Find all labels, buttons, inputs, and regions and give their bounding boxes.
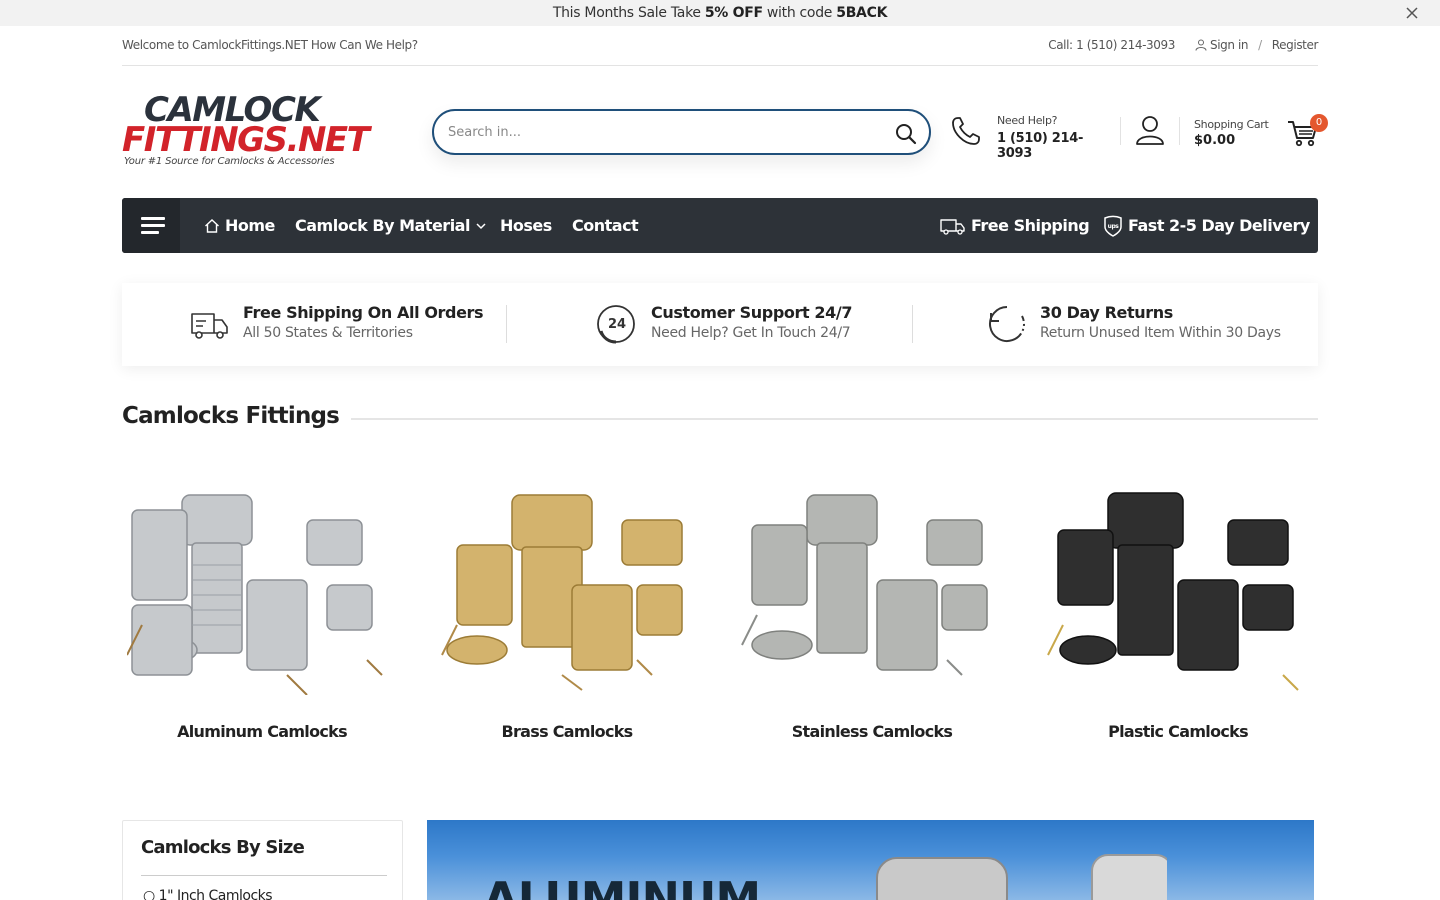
header-divider: [1120, 117, 1121, 145]
feature-title: Free Shipping On All Orders: [243, 303, 484, 322]
shopping-cart[interactable]: Shopping Cart $0.00 0: [1194, 114, 1328, 154]
logo-tagline: Your #1 Source for Camlocks & Accessorie…: [124, 156, 335, 167]
feature-item: 24 Customer Support 24/7 Need Help? Get …: [595, 283, 935, 366]
feature-title: 30 Day Returns: [1040, 303, 1173, 322]
section-title-rule: [351, 418, 1318, 420]
feature-divider: [912, 305, 913, 343]
phone-icon: [952, 117, 980, 145]
nav-fast-delivery: ups Fast 2-5 Day Delivery: [1103, 198, 1310, 253]
category-name: Brass Camlocks: [501, 722, 633, 741]
signin-label: Sign in: [1209, 38, 1249, 52]
top-account-links: Call: 1 (510) 214-3093 Sign in / Registe…: [1048, 38, 1318, 52]
search-input[interactable]: [448, 121, 868, 143]
promo-bar: This Months Sale Take 5% OFF with code 5…: [0, 0, 1440, 26]
account-icon[interactable]: [1135, 114, 1165, 146]
sidebar-divider: [141, 875, 387, 876]
promo-middle: with code: [762, 5, 837, 21]
feature-subtitle: Need Help? Get In Touch 24/7: [651, 325, 851, 341]
category-name: Stainless Camlocks: [791, 722, 953, 741]
support-24-icon: 24: [597, 305, 635, 344]
feature-subtitle: Return Unused Item Within 30 Days: [1040, 325, 1281, 341]
help-label: Need Help?: [997, 114, 1058, 127]
burger-line: [141, 231, 159, 234]
sidebar-item-label: 1" Inch Camlocks: [158, 888, 273, 900]
register-link[interactable]: Register: [1272, 38, 1319, 52]
user-icon: [1195, 39, 1207, 51]
signin-link[interactable]: Sign in: [1195, 38, 1249, 52]
promo-prefix: This Months Sale Take: [552, 5, 705, 21]
aluminum-banner[interactable]: ALUMINUM: [427, 820, 1314, 900]
chevron-down-icon: [476, 222, 486, 229]
category-name: Aluminum Camlocks: [177, 722, 348, 741]
category-card-brass[interactable]: Brass Camlocks: [427, 470, 707, 760]
truck-icon: [940, 218, 965, 235]
nav-free-shipping: Free Shipping: [940, 198, 1090, 253]
plastic-camlocks-image: [1047, 492, 1299, 691]
logo-line2: FITTINGS.NET: [122, 120, 370, 160]
search-icon[interactable]: [895, 123, 917, 145]
call-text: Call: 1 (510) 214-3093: [1048, 38, 1175, 52]
promo-discount: 5% OFF: [704, 5, 763, 21]
help-phone: 1 (510) 214-3093: [997, 131, 1084, 161]
size-sidebar: Camlocks By Size ○ 1" Inch Camlocks: [122, 820, 403, 900]
category-name: Plastic Camlocks: [1108, 722, 1249, 741]
burger-line: [141, 224, 165, 227]
cart-label: Shopping Cart: [1194, 118, 1269, 131]
sidebar-item-1-inch[interactable]: ○ 1" Inch Camlocks: [143, 888, 273, 900]
cart-total: $0.00: [1194, 133, 1236, 148]
cart-count-badge: 0: [1310, 114, 1328, 132]
feature-divider: [506, 305, 507, 343]
nav-material-label: Camlock By Material: [295, 216, 470, 235]
nav-home-label: Home: [225, 216, 275, 235]
header-divider: [1179, 117, 1180, 145]
ups-shield-icon: ups: [1104, 215, 1122, 237]
burger-line: [141, 217, 165, 220]
link-separator: /: [1258, 38, 1262, 52]
welcome-text: Welcome to CamlockFittings.NET How Can W…: [122, 38, 418, 52]
feature-subtitle: All 50 States & Territories: [243, 325, 413, 341]
nav-hoses[interactable]: Hoses: [500, 198, 552, 253]
banner-text: ALUMINUM: [483, 872, 761, 900]
category-card-stainless[interactable]: Stainless Camlocks: [732, 470, 1012, 760]
sidebar-title: Camlocks By Size: [141, 837, 305, 858]
feature-item: Free Shipping On All Orders All 50 State…: [182, 283, 522, 366]
help-contact[interactable]: Need Help? 1 (510) 214-3093: [950, 112, 1115, 161]
return-icon: [989, 306, 1025, 342]
nav-delivery-label: Fast 2-5 Day Delivery: [1128, 216, 1310, 235]
nav-hoses-label: Hoses: [500, 216, 552, 235]
category-card-plastic[interactable]: Plastic Camlocks: [1038, 470, 1318, 760]
close-icon[interactable]: [1404, 5, 1420, 21]
nav-material[interactable]: Camlock By Material: [295, 198, 487, 253]
nav-shipping-label: Free Shipping: [971, 216, 1090, 235]
banner-fittings-image: [876, 854, 1167, 900]
nav-contact[interactable]: Contact: [572, 198, 639, 253]
nav-contact-label: Contact: [572, 216, 639, 235]
home-icon: [205, 218, 219, 233]
main-nav: Home Camlock By Material Hoses Contact F…: [122, 198, 1318, 253]
feature-title: Customer Support 24/7: [651, 303, 853, 322]
top-info-bar: Welcome to CamlockFittings.NET How Can W…: [122, 26, 1318, 66]
svg-text:ups: ups: [1108, 223, 1120, 230]
stainless-camlocks-image: [741, 494, 988, 676]
section-title: Camlocks Fittings: [122, 403, 340, 429]
nav-home[interactable]: Home: [204, 198, 275, 253]
svg-text:24: 24: [608, 317, 626, 332]
site-logo[interactable]: CAMLOCK FITTINGS.NET Your #1 Source for …: [122, 90, 370, 172]
features-strip: Free Shipping On All Orders All 50 State…: [122, 283, 1318, 366]
category-card-aluminum[interactable]: Aluminum Camlocks: [122, 470, 402, 760]
menu-toggle-button[interactable]: [122, 198, 180, 253]
search-bar: [432, 109, 931, 155]
feature-item: 30 Day Returns Return Unused Item Within…: [986, 283, 1318, 366]
truck-icon: [191, 313, 228, 339]
promo-code: 5BACK: [836, 5, 888, 21]
brass-camlocks-image: [441, 494, 683, 691]
aluminum-camlocks-image: [127, 494, 383, 695]
